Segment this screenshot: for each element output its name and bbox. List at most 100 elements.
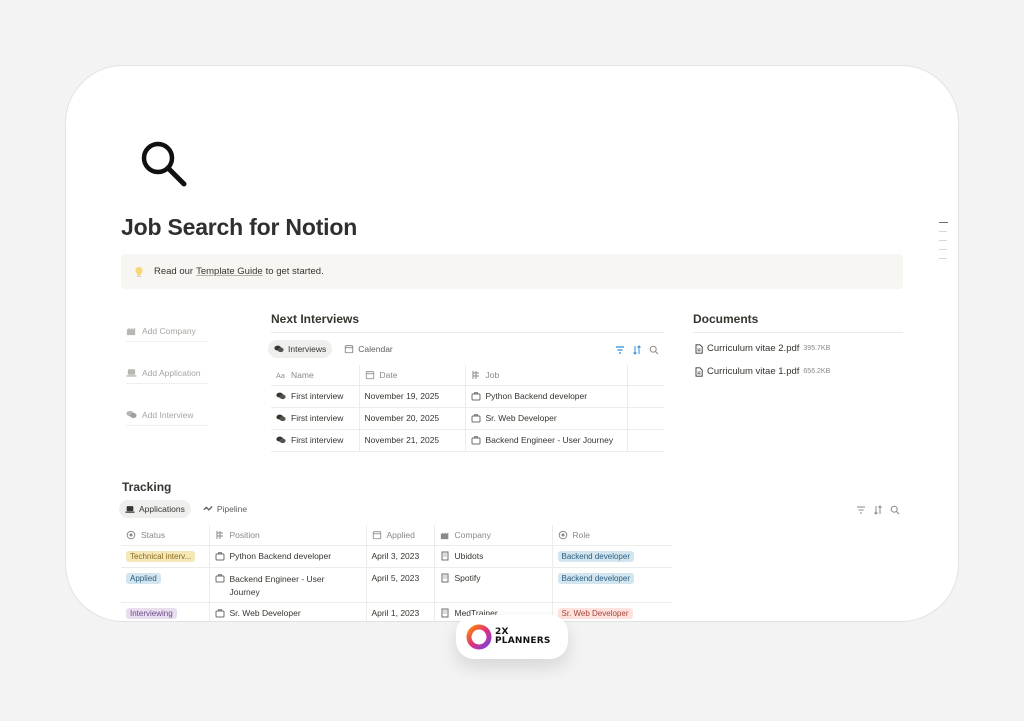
building-icon bbox=[441, 551, 448, 561]
column-header-empty bbox=[627, 365, 664, 386]
document-name: Curriculum vitae 1.pdf bbox=[707, 366, 800, 377]
column-header[interactable]: Role bbox=[552, 525, 672, 546]
table-row[interactable]: First interview November 20, 2025 Sr. We… bbox=[271, 407, 664, 430]
tab-applications[interactable]: Applications bbox=[119, 500, 191, 518]
add-application-label: Add Application bbox=[142, 367, 201, 378]
company-icon bbox=[440, 532, 448, 539]
interview-job[interactable]: Python Backend developer bbox=[486, 391, 588, 401]
column-header[interactable]: Company bbox=[434, 525, 553, 546]
tab-interviews[interactable]: Interviews bbox=[268, 340, 333, 358]
toc-line[interactable] bbox=[939, 231, 947, 232]
document-file[interactable]: Curriculum vitae 2.pdf 395.7KB bbox=[694, 343, 830, 354]
lightbulb-icon bbox=[135, 266, 143, 277]
company-name[interactable]: Ubidots bbox=[455, 551, 484, 561]
document-file[interactable]: Curriculum vitae 1.pdf 656.2KB bbox=[694, 366, 830, 377]
callout-prefix: Read our bbox=[154, 266, 194, 277]
status-badge[interactable]: Technical interv... bbox=[126, 550, 196, 562]
interviews-view-tabs: Interviews Calendar bbox=[268, 340, 405, 358]
building-icon bbox=[441, 608, 448, 618]
table-of-contents[interactable] bbox=[939, 222, 948, 267]
role-badge[interactable]: Backend developer bbox=[557, 572, 634, 584]
table-row[interactable]: Applied Backend Engineer - User Journey … bbox=[121, 567, 672, 603]
column-position-label: Position bbox=[229, 529, 260, 540]
interview-job[interactable]: Backend Engineer - User Journey bbox=[486, 435, 614, 445]
filter-icon[interactable] bbox=[856, 505, 866, 515]
calendar-icon bbox=[365, 371, 374, 379]
svg-text:Aa: Aa bbox=[276, 372, 285, 380]
column-job-label: Job bbox=[485, 369, 500, 380]
toc-line[interactable] bbox=[939, 240, 947, 241]
magnifier-icon bbox=[141, 141, 187, 187]
company-name[interactable]: Spotify bbox=[455, 573, 481, 583]
pipeline-icon bbox=[203, 506, 213, 511]
status-badge[interactable]: Applied bbox=[126, 572, 161, 584]
table-row[interactable]: First interview November 19, 2025 Python… bbox=[271, 385, 664, 408]
column-header[interactable]: Status bbox=[121, 525, 210, 546]
table-row[interactable]: First interview November 21, 2025 Backen… bbox=[271, 429, 664, 452]
filter-icon[interactable] bbox=[615, 345, 625, 355]
column-applied-label: Applied bbox=[386, 529, 415, 540]
toc-line[interactable] bbox=[939, 249, 947, 250]
interview-name: First interview bbox=[291, 391, 344, 401]
role-badge[interactable]: Backend developer bbox=[557, 550, 634, 562]
tracking-heading: Tracking bbox=[122, 480, 172, 494]
position-name[interactable]: Backend Engineer - User Journey bbox=[230, 573, 348, 599]
position-name[interactable]: Python Backend developer bbox=[230, 551, 332, 561]
text-property-icon: Aa bbox=[276, 372, 285, 380]
chat-icon bbox=[276, 414, 286, 422]
brand-line2: PLANNERS bbox=[495, 636, 551, 646]
add-interview-button[interactable]: Add Interview bbox=[126, 409, 208, 426]
applied-date: April 3, 2023 bbox=[371, 551, 420, 561]
chat-icon bbox=[274, 345, 284, 353]
toc-line[interactable] bbox=[939, 258, 947, 259]
sort-icon[interactable] bbox=[632, 345, 642, 355]
tab-interviews-label: Interviews bbox=[288, 344, 327, 354]
next-interviews-heading: Next Interviews bbox=[271, 312, 360, 326]
document-size: 395.7KB bbox=[803, 345, 831, 352]
applied-date: April 5, 2023 bbox=[371, 572, 420, 583]
tab-applications-label: Applications bbox=[139, 504, 185, 514]
applications-table: Status Position Applied Company Role Tec… bbox=[121, 525, 672, 621]
laptop-icon bbox=[126, 369, 137, 377]
briefcase-icon bbox=[215, 573, 224, 582]
position-name[interactable]: Sr. Web Developer bbox=[230, 608, 301, 618]
briefcase-icon bbox=[471, 414, 480, 423]
interviews-table: Aa Name Date Job First interview Novembe… bbox=[271, 365, 664, 452]
tab-calendar[interactable]: Calendar bbox=[338, 340, 399, 358]
chat-icon bbox=[276, 436, 286, 444]
add-company-label: Add Company bbox=[142, 325, 196, 336]
tab-pipeline[interactable]: Pipeline bbox=[197, 500, 253, 518]
building-icon bbox=[441, 573, 448, 582]
tab-calendar-label: Calendar bbox=[358, 344, 393, 354]
search-icon[interactable] bbox=[649, 345, 659, 355]
column-header[interactable]: Position bbox=[209, 525, 367, 546]
column-header[interactable]: Applied bbox=[366, 525, 435, 546]
column-role-label: Role bbox=[572, 529, 590, 540]
add-company-button[interactable]: Add Company bbox=[126, 325, 208, 342]
interview-name: First interview bbox=[291, 435, 344, 445]
role-badge[interactable]: Sr. Web Developer bbox=[557, 607, 633, 619]
column-date-label: Date bbox=[379, 369, 398, 380]
applied-date: April 1, 2023 bbox=[371, 608, 420, 618]
interview-date: November 21, 2025 bbox=[364, 435, 440, 445]
calendar-icon bbox=[345, 345, 354, 354]
table-row[interactable]: Technical interv... Python Backend devel… bbox=[121, 545, 672, 568]
documents-heading: Documents bbox=[693, 312, 759, 326]
column-header[interactable]: Aa Name bbox=[271, 365, 360, 386]
interview-job[interactable]: Sr. Web Developer bbox=[486, 413, 557, 423]
callout-suffix: to get started. bbox=[265, 266, 324, 277]
column-header[interactable]: Date bbox=[359, 365, 466, 386]
column-header[interactable]: Job bbox=[465, 365, 628, 386]
status-icon bbox=[126, 530, 136, 540]
toc-line[interactable] bbox=[939, 222, 948, 223]
add-application-button[interactable]: Add Application bbox=[126, 367, 208, 384]
template-guide-link[interactable]: Template Guide bbox=[196, 266, 263, 277]
relation-icon bbox=[216, 530, 223, 539]
table-row[interactable]: Interviewing Sr. Web Developer April 1, … bbox=[121, 602, 672, 621]
column-name-label: Name bbox=[291, 369, 314, 380]
document-name: Curriculum vitae 2.pdf bbox=[707, 343, 800, 354]
sort-icon[interactable] bbox=[873, 505, 883, 515]
search-icon[interactable] bbox=[890, 505, 900, 515]
interview-date: November 20, 2025 bbox=[364, 413, 440, 423]
status-badge[interactable]: Interviewing bbox=[126, 607, 177, 619]
